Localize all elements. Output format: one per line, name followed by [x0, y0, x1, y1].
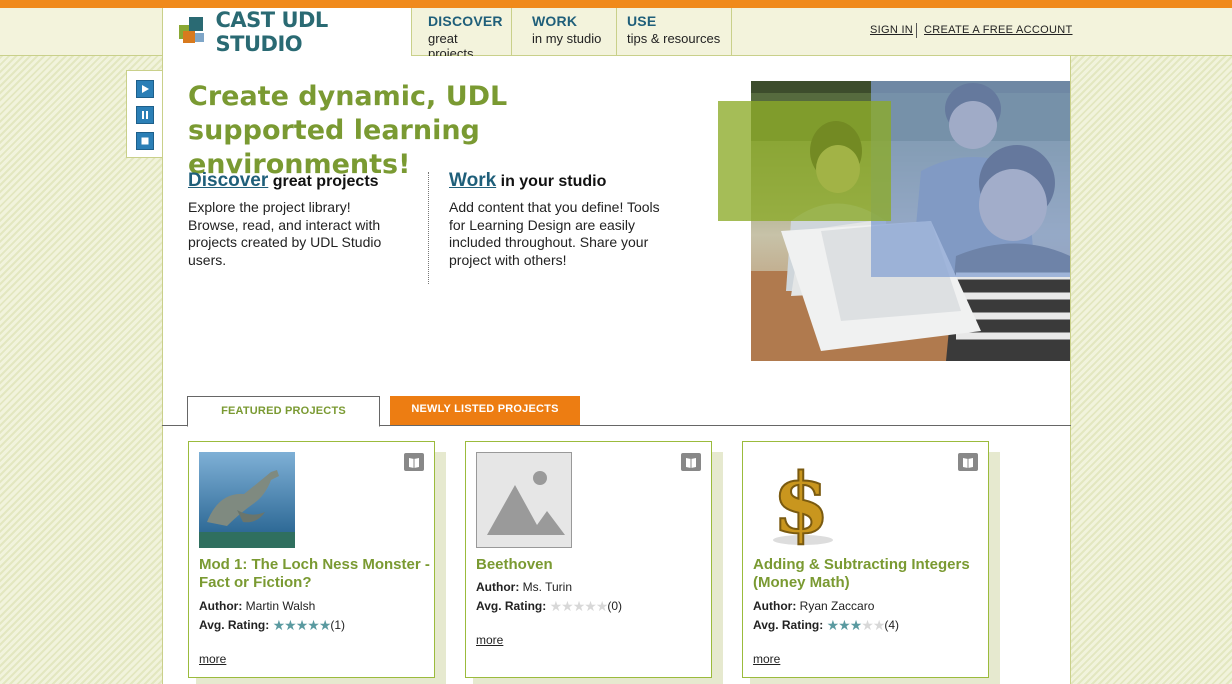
work-column: Work in your studio Add content that you…	[449, 170, 664, 269]
book-icon[interactable]	[404, 453, 424, 471]
rating-count: (0)	[607, 599, 623, 613]
project-author: Author: Ryan Zaccaro	[753, 599, 874, 613]
book-icon[interactable]	[681, 453, 701, 471]
stop-icon[interactable]	[136, 132, 154, 150]
rating-label: Avg. Rating:	[753, 618, 824, 632]
nav-use-title: USE	[627, 13, 657, 29]
work-link[interactable]: Work	[449, 170, 496, 191]
nav-discover[interactable]: DISCOVER great projects	[418, 8, 512, 61]
tab-newly-listed-projects[interactable]: NEWLY LISTED PROJECTS	[390, 396, 580, 425]
top-accent-stripe	[0, 0, 1232, 8]
work-description: Add content that you define! Tools for L…	[449, 199, 660, 268]
work-heading: Work in your studio	[449, 170, 664, 192]
star-filled-icon: ★	[826, 617, 840, 633]
author-name: Martin Walsh	[245, 599, 316, 613]
author-label: Author:	[199, 599, 243, 613]
rating-label: Avg. Rating:	[476, 599, 547, 613]
author-label: Author:	[753, 599, 797, 613]
rating-count: (1)	[330, 618, 346, 632]
sign-in-link[interactable]: SIGN IN	[870, 24, 913, 36]
star-filled-icon: ★	[284, 617, 297, 633]
star-empty-icon: ★	[572, 598, 586, 614]
pause-icon[interactable]	[136, 106, 154, 124]
author-label: Author:	[476, 580, 520, 594]
project-author: Author: Ms. Turin	[476, 580, 572, 594]
discover-link[interactable]: Discover	[188, 170, 268, 191]
more-link[interactable]: more	[199, 652, 226, 666]
nav-discover-title: DISCOVER	[428, 13, 503, 29]
discover-heading: Discover great projects	[188, 170, 403, 192]
work-heading-text: in your studio	[496, 173, 607, 190]
star-filled-icon: ★	[318, 617, 332, 633]
author-name: Ms. Turin	[522, 580, 573, 594]
project-title[interactable]: Mod 1: The Loch Ness Monster - Fact or F…	[199, 556, 431, 592]
star-empty-icon: ★	[561, 598, 574, 614]
more-link[interactable]: more	[753, 652, 780, 666]
decorative-green-square	[718, 101, 891, 221]
create-account-link[interactable]: CREATE A FREE ACCOUNT	[924, 24, 1073, 36]
tab-featured-projects[interactable]: FEATURED PROJECTS	[187, 396, 380, 427]
star-filled-icon: ★	[849, 617, 863, 633]
star-filled-icon: ★	[838, 617, 851, 633]
media-player-controls	[126, 70, 162, 158]
book-icon[interactable]	[958, 453, 978, 471]
author-name: Ryan Zaccaro	[799, 599, 875, 613]
nav-use[interactable]: USE tips & resources	[617, 8, 732, 56]
project-thumbnail[interactable]	[199, 452, 295, 548]
rating-label: Avg. Rating:	[199, 618, 270, 632]
star-empty-icon: ★	[595, 598, 609, 614]
auth-separator	[916, 23, 917, 38]
rating-stars: ★★★★★	[549, 598, 609, 615]
nav-work-subtitle: in my studio	[532, 31, 602, 46]
project-rating: Avg. Rating: ★★★★★(4)	[753, 617, 899, 634]
nav-use-subtitle: tips & resources	[627, 31, 721, 46]
star-empty-icon: ★	[861, 617, 874, 633]
star-filled-icon: ★	[295, 617, 309, 633]
logo-text: CAST UDL STUDIO	[215, 8, 329, 56]
image-placeholder-icon	[487, 471, 565, 535]
dollar-sign-image: $	[771, 455, 833, 553]
hero-title: Create dynamic, UDL supported learning e…	[188, 81, 508, 180]
logo-mark-icon	[177, 17, 206, 47]
site-logo[interactable]: CAST UDL STUDIO	[162, 8, 412, 56]
project-rating: Avg. Rating: ★★★★★(0)	[476, 598, 622, 615]
star-empty-icon: ★	[584, 598, 597, 614]
project-title[interactable]: Beethoven	[476, 556, 708, 574]
svg-text:$: $	[772, 456, 829, 548]
project-card: $ Adding & Subtracting Integers (Money M…	[742, 441, 989, 678]
star-empty-icon: ★	[549, 598, 563, 614]
project-thumbnail[interactable]: $	[753, 452, 849, 553]
rating-stars: ★★★★★	[272, 617, 332, 634]
project-rating: Avg. Rating: ★★★★★(1)	[199, 617, 345, 634]
loch-ness-monster-image	[199, 452, 295, 548]
nav-work-title: WORK	[532, 13, 578, 29]
more-link[interactable]: more	[476, 633, 503, 647]
rating-count: (4)	[884, 618, 900, 632]
rating-stars: ★★★★★	[826, 617, 886, 634]
discover-description: Explore the project library! Browse, rea…	[188, 199, 382, 268]
decorative-blue-square	[871, 81, 1070, 277]
project-author: Author: Martin Walsh	[199, 599, 315, 613]
discover-column: Discover great projects Explore the proj…	[188, 170, 403, 269]
play-icon[interactable]	[136, 80, 154, 98]
star-filled-icon: ★	[272, 617, 286, 633]
project-card: Mod 1: The Loch Ness Monster - Fact or F…	[188, 441, 435, 678]
nav-work[interactable]: WORK in my studio	[522, 8, 617, 56]
project-thumbnail[interactable]	[476, 452, 572, 548]
star-empty-icon: ★	[872, 617, 886, 633]
project-title[interactable]: Adding & Subtracting Integers (Money Mat…	[753, 556, 985, 592]
project-card: Beethoven Author: Ms. Turin Avg. Rating:…	[465, 441, 712, 678]
column-divider	[428, 172, 429, 284]
star-filled-icon: ★	[307, 617, 320, 633]
discover-heading-text: great projects	[268, 173, 379, 190]
